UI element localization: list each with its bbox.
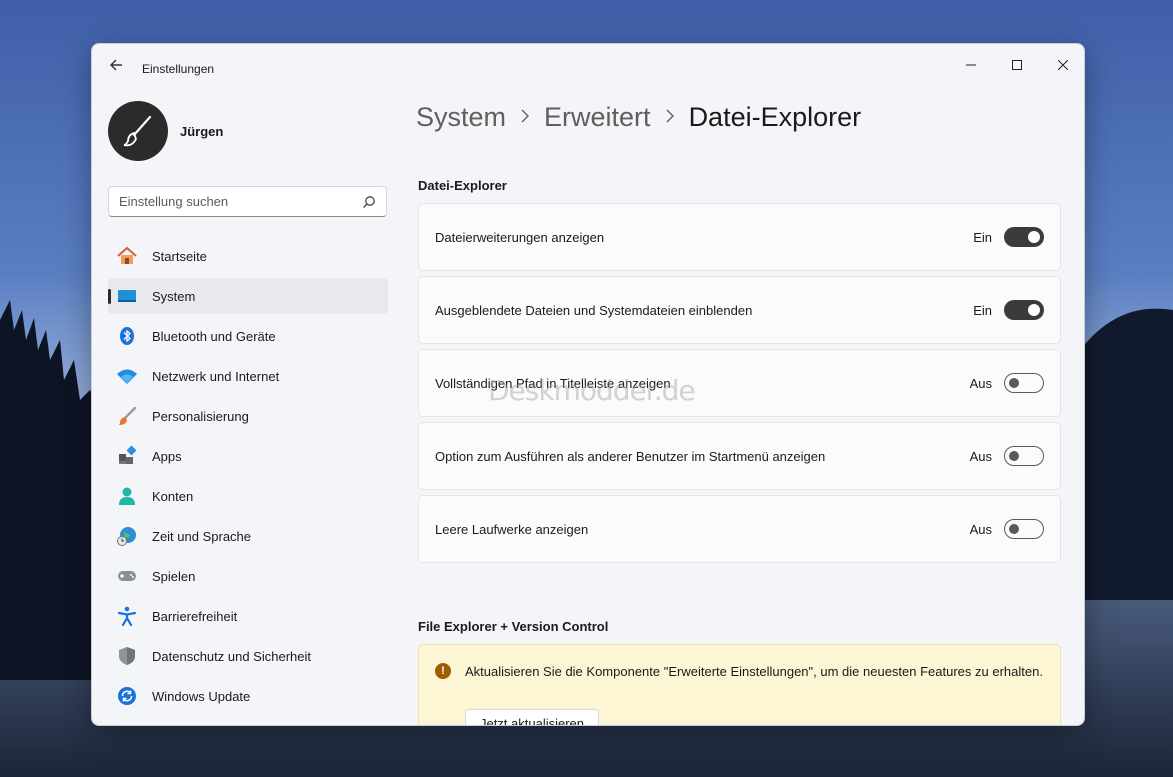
update-icon — [116, 685, 138, 707]
breadcrumb: System Erweitert Datei-Explorer — [416, 102, 861, 133]
chevron-right-icon — [520, 107, 530, 128]
sidebar-item-bluetooth[interactable]: Bluetooth und Geräte — [108, 318, 388, 354]
title-bar: Einstellungen — [92, 44, 1084, 92]
toggle-state: Aus — [969, 375, 992, 391]
settings-window: Einstellungen Jürgen Einstellung suchen … — [91, 43, 1085, 726]
toggle-switch[interactable] — [1004, 446, 1044, 466]
toggle-state: Aus — [969, 521, 992, 537]
sidebar-nav: Startseite System Bluetooth und Geräte N… — [108, 238, 388, 718]
sidebar-item-apps[interactable]: Apps — [108, 438, 388, 474]
profile-name: Jürgen — [180, 123, 224, 139]
apps-icon — [116, 445, 138, 467]
breadcrumb-system[interactable]: System — [416, 102, 506, 133]
section-title-datei-explorer: Datei-Explorer — [418, 178, 507, 193]
background-hill — [1073, 308, 1173, 600]
paintbrush-icon — [123, 115, 152, 147]
system-icon — [116, 285, 138, 307]
chevron-right-icon — [665, 107, 675, 128]
sidebar: Jürgen Startseite System — [92, 92, 402, 725]
wifi-icon — [116, 365, 138, 387]
sidebar-item-datenschutz[interactable]: Datenschutz und Sicherheit — [108, 638, 388, 674]
maximize-button[interactable] — [994, 50, 1040, 80]
update-now-button[interactable]: Jetzt aktualisieren — [465, 709, 599, 725]
sidebar-item-barrierefreiheit[interactable]: Barrierefreiheit — [108, 598, 388, 634]
watermark: Deskmodder.de — [488, 374, 696, 407]
sidebar-item-startseite[interactable]: Startseite — [108, 238, 388, 274]
accessibility-icon — [116, 605, 138, 627]
maximize-icon — [1012, 60, 1022, 70]
toggle-state: Ein — [973, 302, 992, 318]
gamepad-icon — [116, 565, 138, 587]
close-icon — [1058, 60, 1068, 70]
minimize-button[interactable] — [948, 50, 994, 80]
sidebar-item-windows-update[interactable]: Windows Update — [108, 678, 388, 714]
sidebar-item-netzwerk[interactable]: Netzwerk und Internet — [108, 358, 388, 394]
arrow-left-icon — [110, 59, 122, 71]
bluetooth-icon — [116, 325, 138, 347]
search-icon — [363, 195, 375, 208]
section-title-version-control: File Explorer + Version Control — [418, 619, 609, 634]
search-input[interactable] — [119, 194, 362, 209]
background-trees — [0, 300, 100, 680]
toggle-state: Aus — [969, 448, 992, 464]
close-button[interactable] — [1040, 50, 1084, 80]
search-box[interactable] — [108, 186, 387, 217]
page-title: Datei-Explorer — [688, 102, 862, 132]
back-button[interactable] — [106, 58, 126, 78]
toggle-switch[interactable] — [1004, 373, 1044, 393]
sidebar-item-personalisierung[interactable]: Personalisierung — [108, 398, 388, 434]
setting-card-ausgeblendete-dateien: Ausgeblendete Dateien und Systemdateien … — [418, 276, 1061, 344]
setting-card-leere-laufwerke: Leere Laufwerke anzeigen Aus — [418, 495, 1061, 563]
account-icon — [116, 485, 138, 507]
toggle-switch[interactable] — [1004, 300, 1044, 320]
app-title: Einstellungen — [142, 62, 215, 76]
info-text: Aktualisieren Sie die Komponente "Erweit… — [465, 664, 1043, 679]
setting-card-dateierweiterungen: Dateierweiterungen anzeigen Ein — [418, 203, 1061, 271]
toggle-state: Ein — [973, 229, 992, 245]
avatar — [108, 101, 168, 161]
home-icon — [116, 245, 138, 267]
sidebar-item-zeit-sprache[interactable]: Zeit und Sprache — [108, 518, 388, 554]
breadcrumb-erweitert[interactable]: Erweitert — [544, 102, 651, 133]
toggle-switch[interactable] — [1004, 519, 1044, 539]
user-profile[interactable]: Jürgen — [108, 101, 223, 161]
info-banner: ! Aktualisieren Sie die Komponente "Erwe… — [418, 644, 1061, 725]
globe-clock-icon — [116, 525, 138, 547]
brush-icon — [116, 405, 138, 427]
toggle-switch[interactable] — [1004, 227, 1044, 247]
shield-icon — [116, 645, 138, 667]
warning-icon: ! — [435, 663, 451, 679]
setting-card-anderer-benutzer: Option zum Ausführen als anderer Benutze… — [418, 422, 1061, 490]
sidebar-item-system[interactable]: System — [108, 278, 388, 314]
sidebar-item-konten[interactable]: Konten — [108, 478, 388, 514]
sidebar-item-spielen[interactable]: Spielen — [108, 558, 388, 594]
minimize-icon — [966, 64, 976, 66]
